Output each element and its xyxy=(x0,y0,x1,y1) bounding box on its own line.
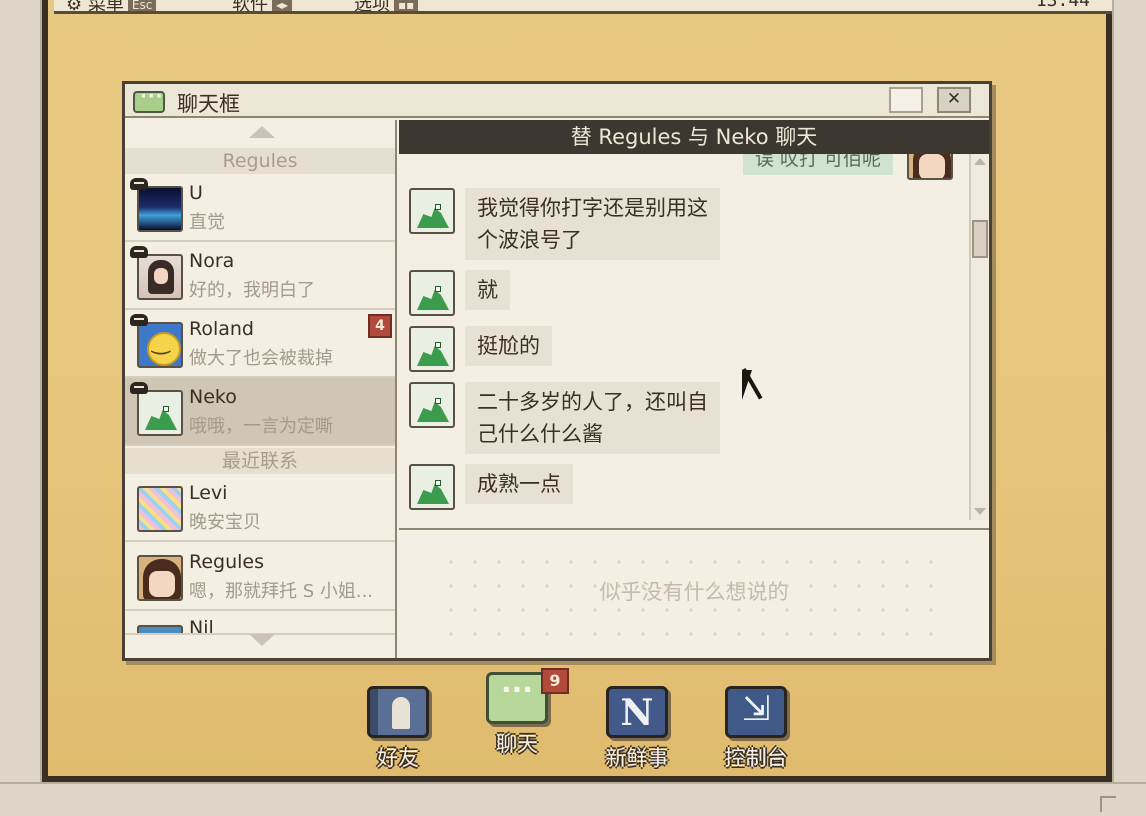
contact-item-roland[interactable]: Roland 做大了也会被裁掉 4 xyxy=(125,310,395,378)
system-clock: 13:44 xyxy=(1035,0,1090,11)
unread-badge: 4 xyxy=(368,314,392,338)
message-bubble: 就 xyxy=(465,270,510,310)
message-bubble: 成熟一点 xyxy=(465,464,573,504)
close-button[interactable]: ✕ xyxy=(937,87,971,113)
scroll-up-icon[interactable] xyxy=(974,158,986,165)
contact-name: U xyxy=(189,182,203,204)
frog-icon xyxy=(417,198,449,228)
friends-icon xyxy=(367,686,429,738)
monitor-bezel-left xyxy=(0,0,42,816)
online-status-icon xyxy=(130,382,148,394)
dock-label: 好友 xyxy=(377,746,419,770)
frog-icon xyxy=(145,400,177,430)
avatar xyxy=(137,254,183,300)
top-menubar: ⚙ 菜单 Esc 软件 ◂▸ 选项 ▪▪ 13:44 xyxy=(54,0,1112,14)
dock-label: 聊天 xyxy=(496,732,538,756)
frog-icon xyxy=(417,392,449,422)
compose-area[interactable]: 似乎没有什么想说的 xyxy=(399,532,989,658)
chat-header: 替 Regules 与 Neko 聊天 xyxy=(399,120,989,154)
monitor-bezel-bottom xyxy=(0,782,1146,816)
avatar xyxy=(137,186,183,232)
frog-icon xyxy=(417,474,449,504)
frog-icon xyxy=(417,280,449,310)
avatar xyxy=(409,326,455,372)
avatar xyxy=(409,188,455,234)
own-avatar xyxy=(907,154,953,180)
contact-last-message: 哦哦，一言为定嘶 xyxy=(189,416,333,437)
window-titlebar[interactable]: 聊天框 ✕ xyxy=(125,84,989,118)
avatar xyxy=(137,486,183,532)
compose-placeholder: 似乎没有什么想说的 xyxy=(599,580,789,604)
contact-last-message: 做大了也会被裁掉 xyxy=(189,348,333,369)
message-bubble: 二十多岁的人了，还叫自 己什么什么酱 xyxy=(465,382,720,454)
contact-last-message: 嗯，那就拜托 S 小姐... xyxy=(189,581,374,602)
contact-last-message: 直觉 xyxy=(189,212,225,233)
contact-last-message: 晚安宝贝 xyxy=(189,512,261,533)
avatar xyxy=(137,322,183,368)
contact-name: Neko xyxy=(189,386,237,408)
section-header-recent: 最近联系 xyxy=(125,448,395,474)
console-icon xyxy=(725,686,787,738)
mouse-cursor-icon xyxy=(742,370,752,400)
menu-item-software[interactable]: 软件 ◂▸ xyxy=(232,0,293,11)
avatar xyxy=(137,555,183,601)
scroll-thumb[interactable] xyxy=(972,220,988,258)
contact-last-message: 好的，我明白了 xyxy=(189,280,315,301)
contact-item-u[interactable]: U 直觉 xyxy=(125,174,395,242)
contact-name: Levi xyxy=(189,482,228,504)
chat-unread-badge: 9 xyxy=(541,668,569,694)
list-scroll-up-icon[interactable] xyxy=(249,126,275,138)
contact-item-nora[interactable]: Nora 好的，我明白了 xyxy=(125,242,395,310)
avatar xyxy=(409,270,455,316)
dock-app-friends[interactable]: 好友 xyxy=(353,686,443,772)
contact-list: Regules U 直觉 Nora 好的，我明白了 Roland 做大了也会被裁… xyxy=(125,120,397,658)
avatar xyxy=(409,464,455,510)
own-message-bubble: 误 叹打 可佰呢 xyxy=(742,154,893,175)
menu-item-main[interactable]: ⚙ 菜单 Esc xyxy=(66,0,157,11)
frog-icon xyxy=(417,336,449,366)
power-indicator xyxy=(1100,796,1116,812)
online-status-icon xyxy=(130,178,148,190)
contact-name: Roland xyxy=(189,318,254,340)
contact-item-regules[interactable]: Regules 嗯，那就拜托 S 小姐... xyxy=(125,543,395,611)
message-list: 误 叹打 可佰呢 我觉得你打字还是别用这 个波浪号了 就 挺尬的 二十多岁的人了… xyxy=(399,154,989,530)
chat-window: 聊天框 ✕ Regules U 直觉 Nora 好的，我明白了 Roland 做… xyxy=(122,81,992,661)
contact-name: Nil xyxy=(189,617,214,635)
contact-item-neko[interactable]: Neko 哦哦，一言为定嘶 xyxy=(125,378,395,446)
news-icon: N xyxy=(606,686,668,738)
dock-app-console[interactable]: 控制台 xyxy=(711,686,801,772)
online-status-icon xyxy=(130,314,148,326)
contact-name: Nora xyxy=(189,250,235,272)
section-header-contacts: Regules xyxy=(125,148,395,174)
chat-bubble-icon xyxy=(133,86,165,113)
dock-label: 新鲜事 xyxy=(605,746,669,770)
chat-icon xyxy=(486,672,548,724)
monitor-bezel-right xyxy=(1112,0,1146,816)
dock-label: 控制台 xyxy=(724,746,788,770)
message-bubble: 我觉得你打字还是别用这 个波浪号了 xyxy=(465,188,720,260)
contact-item-nil[interactable]: Nil xyxy=(125,611,395,635)
list-scroll-down-icon[interactable] xyxy=(249,634,275,646)
scroll-down-icon[interactable] xyxy=(974,508,986,515)
menu-item-options[interactable]: 选项 ▪▪ xyxy=(354,0,419,11)
chat-scrollbar[interactable] xyxy=(969,154,989,520)
contact-name: Regules xyxy=(189,551,265,573)
maximize-button[interactable] xyxy=(889,87,923,113)
online-status-icon xyxy=(130,246,148,258)
message-bubble: 挺尬的 xyxy=(465,326,552,366)
avatar xyxy=(137,390,183,436)
avatar xyxy=(409,382,455,428)
dock-app-news[interactable]: N 新鲜事 xyxy=(592,686,682,772)
contact-item-levi[interactable]: Levi 晚安宝贝 xyxy=(125,474,395,542)
avatar xyxy=(137,625,183,633)
window-title: 聊天框 xyxy=(177,92,240,116)
